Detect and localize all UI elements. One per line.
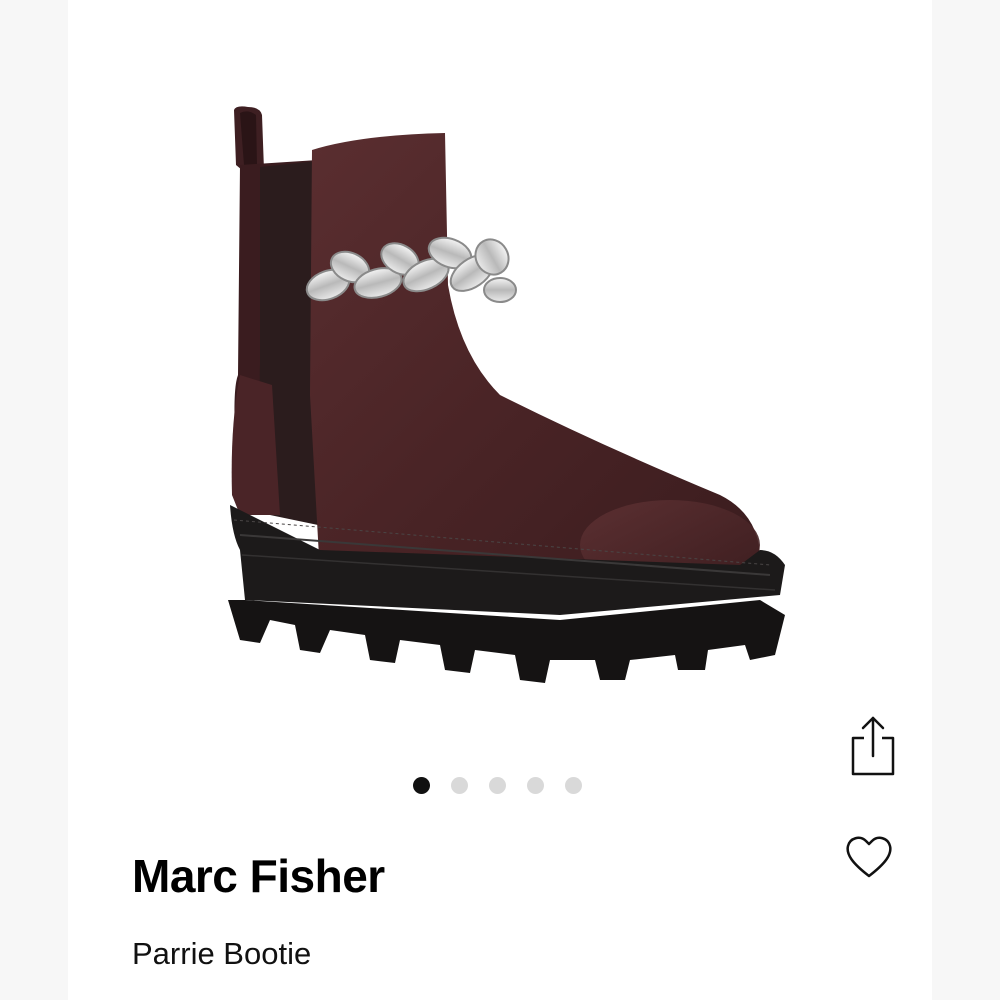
carousel-dot[interactable]: [489, 776, 506, 794]
carousel-dot[interactable]: [451, 776, 468, 794]
share-icon[interactable]: [847, 712, 899, 782]
carousel-indicator: [413, 776, 582, 794]
carousel-dot[interactable]: [413, 776, 430, 794]
product-name: Parrie Bootie: [132, 936, 312, 971]
heart-icon[interactable]: [842, 832, 896, 882]
carousel-dot[interactable]: [565, 776, 582, 794]
product-image[interactable]: [200, 95, 800, 705]
product-page: Marc Fisher Parrie Bootie: [0, 0, 1000, 1000]
carousel-dot[interactable]: [527, 776, 544, 794]
brand-name[interactable]: Marc Fisher: [132, 853, 385, 899]
